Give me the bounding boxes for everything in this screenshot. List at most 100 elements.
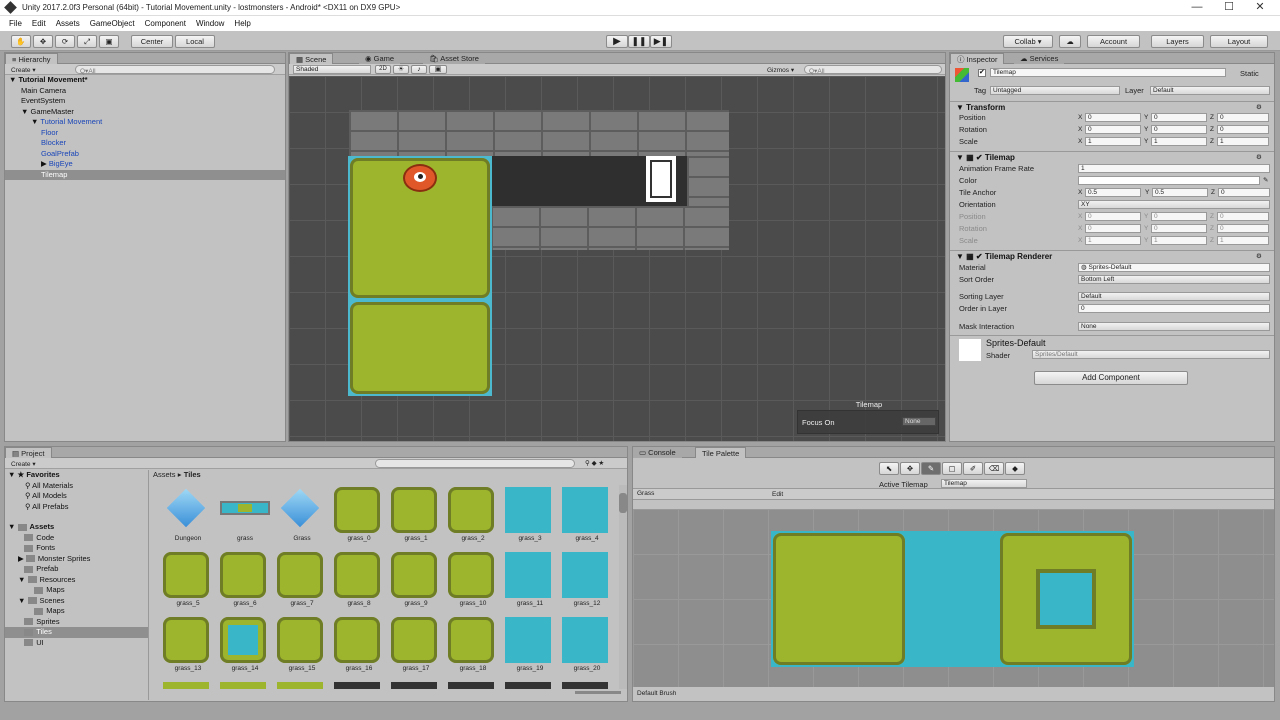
layer-dropdown[interactable]: Default	[1150, 86, 1270, 95]
component-settings-icon[interactable]: ⚙	[1256, 103, 1262, 111]
object-name-field[interactable]: Tilemap	[990, 68, 1226, 77]
folder-item[interactable]: Sprites	[5, 617, 148, 628]
folder-item[interactable]: Maps	[5, 606, 148, 617]
eyedropper-icon[interactable]: ✎	[1263, 176, 1268, 184]
move-tile-icon[interactable]: ✥	[900, 462, 920, 475]
tab-tile-palette[interactable]: Tile Palette	[695, 447, 747, 458]
hierarchy-item[interactable]: ▼ Tutorial Movement	[5, 117, 285, 128]
asset-tile-partial[interactable]	[562, 682, 608, 689]
sort-order-dropdown[interactable]: Bottom Left	[1078, 275, 1270, 284]
sorting-layer-dropdown[interactable]: Default	[1078, 292, 1270, 301]
anchor-y-field[interactable]: 0.5	[1152, 188, 1208, 197]
asset-tile[interactable]: Dungeon	[159, 487, 217, 549]
menu-gameobject[interactable]: GameObject	[85, 16, 140, 31]
y-field[interactable]: 1	[1151, 137, 1207, 146]
account-dropdown[interactable]: Account	[1087, 35, 1140, 48]
lighting-icon[interactable]: ☀	[393, 65, 409, 74]
asset-scrollbar[interactable]	[619, 485, 627, 689]
maximize-button[interactable]: ☐	[1213, 0, 1245, 16]
hierarchy-item[interactable]: EventSystem	[5, 96, 285, 107]
x-field[interactable]: 1	[1085, 137, 1141, 146]
tilemap-settings-icon[interactable]: ⚙	[1256, 153, 1262, 161]
asset-tile[interactable]: grass_6	[216, 552, 274, 614]
asset-tile-partial[interactable]	[334, 682, 380, 689]
tab-hierarchy[interactable]: ≡ Hierarchy	[5, 53, 58, 64]
favorites-root[interactable]: ▼ ★ Favorites	[5, 470, 148, 481]
fav-all-materials[interactable]: ⚲ All Materials	[5, 481, 148, 492]
asset-tile-partial[interactable]	[448, 682, 494, 689]
palette-dropdown[interactable]: Grass	[635, 490, 765, 499]
brush-dropdown[interactable]: Default Brush	[635, 690, 767, 699]
scale-tool-icon[interactable]: ⤢	[77, 35, 97, 48]
menu-help[interactable]: Help	[229, 16, 255, 31]
mask-interaction-dropdown[interactable]: None	[1078, 322, 1270, 331]
menu-edit[interactable]: Edit	[27, 16, 51, 31]
folder-item[interactable]: ▼ Assets	[5, 522, 148, 533]
goal-door-icon[interactable]	[646, 156, 676, 202]
order-in-layer-field[interactable]: 0	[1078, 304, 1270, 313]
folder-item[interactable]: Prefab	[5, 564, 148, 575]
asset-tile[interactable]: grass_7	[273, 552, 331, 614]
focus-dropdown[interactable]: None	[902, 417, 936, 426]
active-tilemap-dropdown[interactable]: Tilemap	[941, 479, 1027, 488]
active-checkbox[interactable]: ✔	[978, 69, 986, 77]
tab-game[interactable]: ◉ Game	[359, 53, 401, 64]
color-field[interactable]	[1078, 176, 1260, 185]
folder-item[interactable]: Tiles	[5, 627, 148, 638]
tab-asset-store[interactable]: 🛍 Asset Store	[423, 53, 485, 64]
tab-project[interactable]: ▤ Project	[5, 447, 52, 458]
asset-tile[interactable]: grass_13	[159, 617, 217, 679]
y-field[interactable]: 0	[1151, 113, 1207, 122]
asset-tile[interactable]: grass_2	[444, 487, 502, 549]
asset-tile-partial[interactable]	[505, 682, 551, 689]
asset-tile[interactable]: grass_5	[159, 552, 217, 614]
move-tool-icon[interactable]: ✥	[33, 35, 53, 48]
asset-tile[interactable]: Grass	[273, 487, 331, 549]
palette-grass-ring-tile[interactable]	[1000, 533, 1132, 665]
orientation-dropdown[interactable]: XY	[1078, 200, 1270, 209]
x-field[interactable]: 0	[1085, 125, 1141, 134]
add-component-button[interactable]: Add Component	[1034, 371, 1188, 385]
shading-dropdown[interactable]: Shaded	[293, 65, 371, 74]
hand-tool-icon[interactable]: ✋	[11, 35, 31, 48]
rotate-tool-icon[interactable]: ⟳	[55, 35, 75, 48]
folder-item[interactable]: Fonts	[5, 543, 148, 554]
frame-rate-field[interactable]: 1	[1078, 164, 1270, 173]
folder-item[interactable]: ▼ Scenes	[5, 596, 148, 607]
z-field[interactable]: 0	[1217, 125, 1269, 134]
rect-tool-icon[interactable]: ▣	[99, 35, 119, 48]
tilemap-header[interactable]: ▼ ▦ ✔ Tilemap ⚙	[950, 151, 1274, 163]
asset-tile[interactable]: grass_0	[330, 487, 388, 549]
asset-tile[interactable]: grass_3	[501, 487, 559, 549]
asset-tile-partial[interactable]	[220, 682, 266, 689]
bigeye-monster-icon[interactable]	[403, 164, 437, 192]
asset-tile[interactable]: grass_1	[387, 487, 445, 549]
hierarchy-item[interactable]: Floor	[5, 128, 285, 139]
renderer-settings-icon[interactable]: ⚙	[1256, 252, 1262, 260]
anchor-z-field[interactable]: 0	[1218, 188, 1270, 197]
hierarchy-search-input[interactable]: Q▾All	[75, 65, 275, 75]
asset-tile[interactable]: grass_9	[387, 552, 445, 614]
tab-services[interactable]: ☁ Services	[1014, 53, 1065, 64]
collab-button[interactable]: Collab ▾	[1003, 35, 1053, 48]
asset-tile[interactable]: grass_4	[558, 487, 616, 549]
close-button[interactable]: ✕	[1244, 0, 1276, 16]
anchor-x-field[interactable]: 0.5	[1085, 188, 1141, 197]
y-field[interactable]: 0	[1151, 125, 1207, 134]
menu-component[interactable]: Component	[140, 16, 191, 31]
layers-dropdown[interactable]: Layers	[1151, 35, 1204, 48]
menu-assets[interactable]: Assets	[51, 16, 85, 31]
layout-dropdown[interactable]: Layout	[1210, 35, 1268, 48]
hierarchy-item[interactable]: Blocker	[5, 138, 285, 149]
filter-icon[interactable]: ⚲ ◆ ★	[585, 459, 604, 467]
asset-tile[interactable]: grass_8	[330, 552, 388, 614]
folder-item[interactable]: Maps	[5, 585, 148, 596]
z-field[interactable]: 0	[1217, 113, 1269, 122]
edit-palette-button[interactable]: Edit	[772, 491, 783, 498]
hierarchy-item[interactable]: Main Camera	[5, 86, 285, 97]
asset-tile-partial[interactable]	[277, 682, 323, 689]
asset-tile[interactable]: grass_17	[387, 617, 445, 679]
folder-item[interactable]: ▼ Resources	[5, 575, 148, 586]
menu-file[interactable]: File	[4, 16, 27, 31]
step-icon[interactable]: ▶❚	[650, 35, 672, 48]
